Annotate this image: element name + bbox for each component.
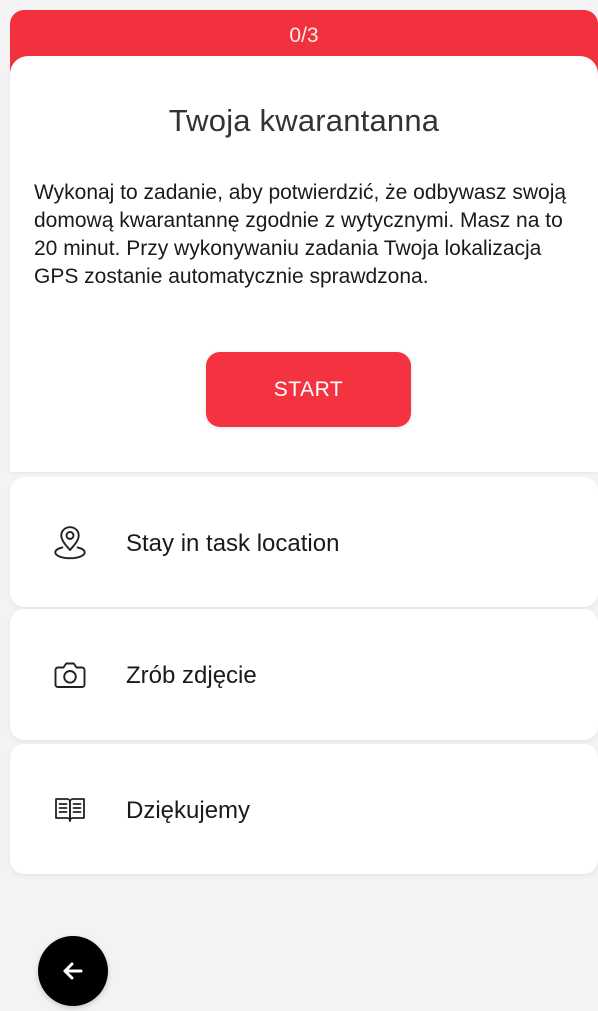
quarantine-task-screen: 0/3 Twoja kwarantanna Wykonaj to zadanie… [0, 0, 598, 1011]
task-item-stay-location[interactable]: Stay in task location [10, 477, 598, 607]
progress-label: 0/3 [289, 24, 319, 47]
page-title: Twoja kwarantanna [168, 103, 440, 138]
quarantine-intro-card: Twoja kwarantanna Wykonaj to zadanie, ab… [10, 56, 598, 472]
camera-icon [54, 662, 86, 688]
task-item-thank-you[interactable]: Dziękujemy [10, 744, 598, 874]
task-description: Wykonaj to zadanie, aby potwierdzić, że … [34, 181, 567, 288]
task-label-thank-you: Dziękujemy [126, 797, 251, 824]
start-button[interactable]: START [206, 352, 411, 427]
arrow-left-icon [63, 962, 83, 980]
book-icon [55, 798, 85, 822]
task-item-take-photo[interactable]: Zrób zdjęcie [10, 609, 598, 740]
task-label-take-photo: Zrób zdjęcie [126, 662, 257, 689]
task-label-stay-location: Stay in task location [126, 530, 340, 557]
back-button[interactable] [38, 936, 108, 1006]
location-pin-icon [54, 526, 86, 560]
